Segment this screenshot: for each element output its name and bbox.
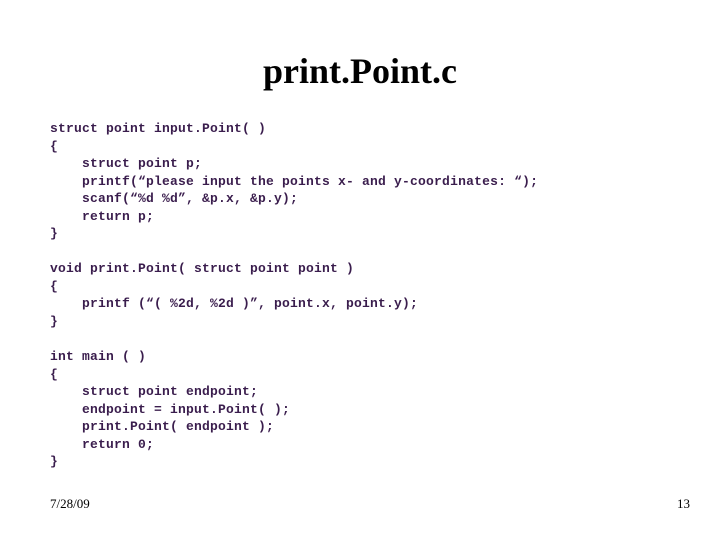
slide-title: print.Point.c [50, 50, 670, 92]
slide: print.Point.c struct point input.Point( … [0, 0, 720, 540]
footer-page-number: 13 [677, 496, 690, 512]
code-block: struct point input.Point( ) { struct poi… [50, 120, 670, 471]
footer-date: 7/28/09 [50, 496, 90, 512]
